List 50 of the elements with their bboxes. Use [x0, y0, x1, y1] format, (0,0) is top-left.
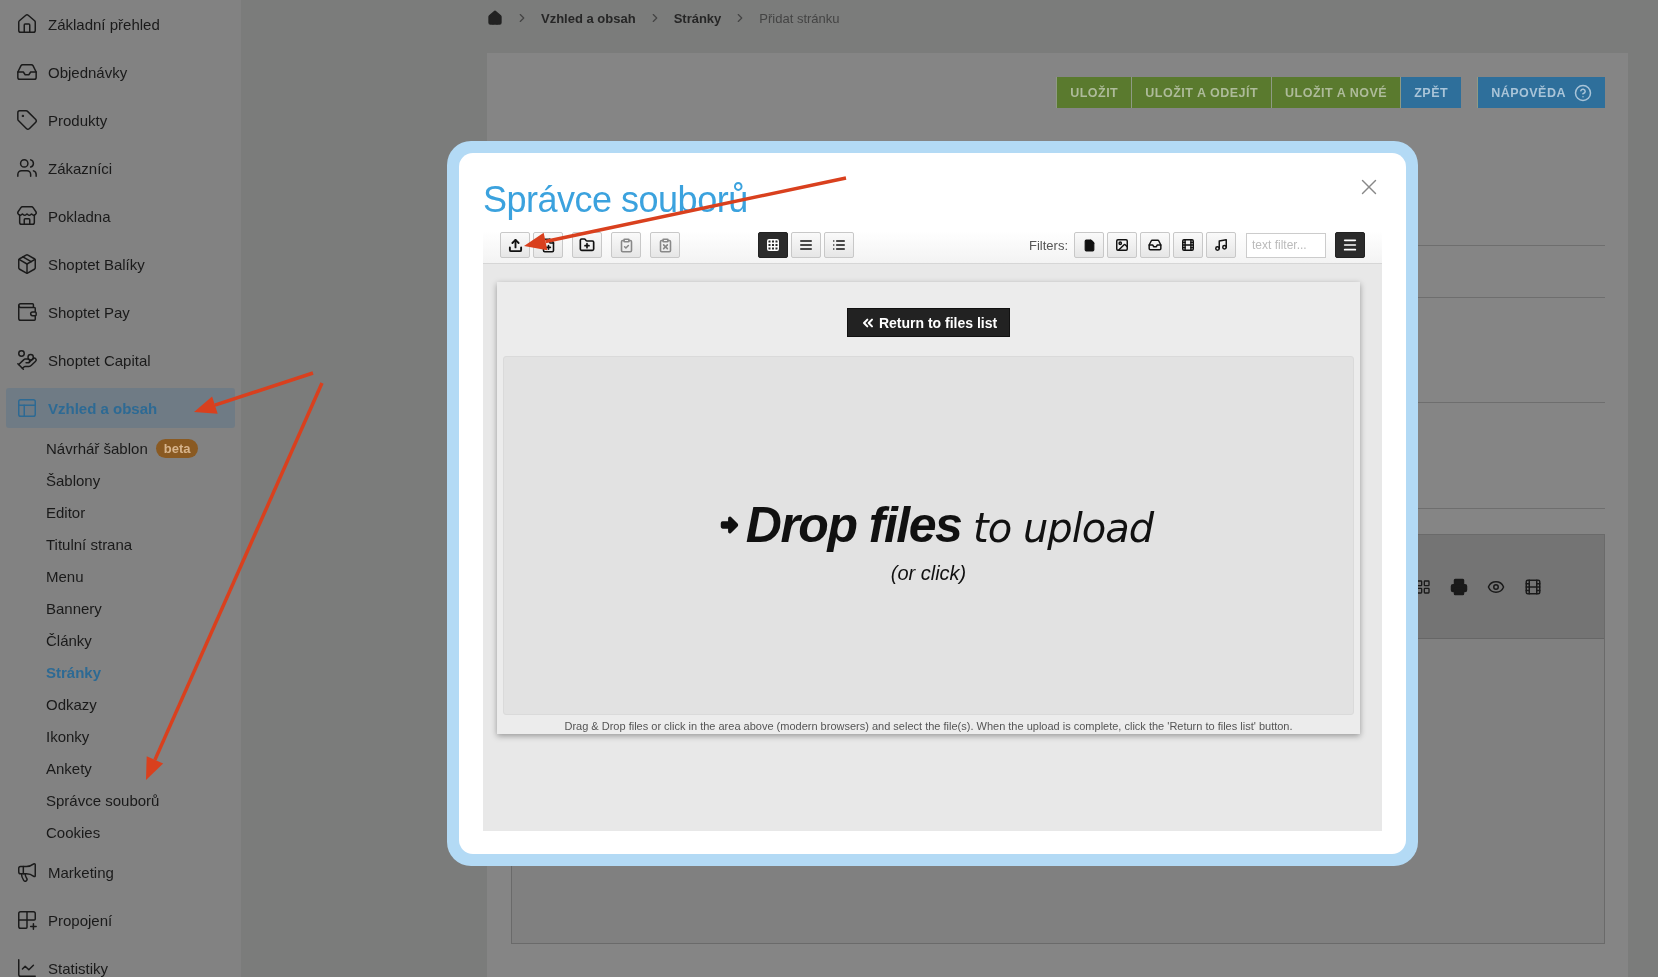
- sidebar-item[interactable]: Propojení: [6, 900, 235, 940]
- sidebar-item[interactable]: Produkty: [6, 100, 235, 140]
- sidebar-subitem[interactable]: Ankety: [46, 759, 92, 777]
- action-button[interactable]: ZPĚT: [1400, 77, 1462, 108]
- text-filter-field[interactable]: text filter...: [1246, 232, 1326, 258]
- action-button[interactable]: NÁPOVĚDA: [1477, 77, 1605, 108]
- sidebar-item-label: Shoptet Pay: [48, 303, 130, 321]
- sidebar-item-label: Propojení: [48, 911, 113, 929]
- sidebar-item[interactable]: Objednávky: [6, 52, 235, 92]
- return-button[interactable]: Return to files list: [846, 308, 1011, 337]
- sidebar-subitem[interactable]: Editor: [46, 503, 86, 521]
- sidebar-item[interactable]: Marketing: [6, 852, 235, 892]
- sidebar-item[interactable]: Shoptet Capital: [6, 340, 235, 380]
- breadcrumb-link[interactable]: Stránky: [673, 10, 722, 26]
- sidebar-subitem[interactable]: Odkazy: [46, 695, 97, 713]
- sidebar-item-label: Objednávky: [48, 63, 128, 81]
- sidebar-subitem[interactable]: Ikonky: [46, 727, 90, 745]
- sidebar-item-label: Marketing: [48, 863, 114, 881]
- action-button[interactable]: ULOŽIT A ODEJÍT: [1131, 77, 1272, 108]
- action-button[interactable]: ULOŽIT: [1056, 77, 1132, 108]
- filters-label: Filters:: [1029, 237, 1068, 253]
- sidebar-item-label: Shoptet Capital: [48, 351, 151, 369]
- sidebar-item-label: Pokladna: [48, 207, 111, 225]
- sidebar-item[interactable]: Zákazníci: [6, 148, 235, 188]
- sidebar-item[interactable]: Statistiky: [6, 948, 235, 977]
- sidebar-subitem[interactable]: Titulní strana: [46, 535, 133, 553]
- beta-badge: beta: [155, 438, 199, 458]
- sidebar-subitem[interactable]: Návrhář šablon: [46, 439, 148, 457]
- sidebar-item[interactable]: Shoptet Pay: [6, 292, 235, 332]
- sidebar-item-label: Základní přehled: [48, 15, 160, 33]
- action-button[interactable]: ULOŽIT A NOVÉ: [1271, 77, 1401, 108]
- sidebar-subitem[interactable]: Cookies: [46, 823, 101, 841]
- sidebar-item[interactable]: Základní přehled: [6, 4, 235, 44]
- sidebar-item[interactable]: Pokladna: [6, 196, 235, 236]
- sidebar-subitem[interactable]: Články: [46, 631, 92, 649]
- sidebar-item-label: Shoptet Balíky: [48, 255, 145, 273]
- sidebar-item-label: Produkty: [48, 111, 108, 129]
- drop-zone[interactable]: Drop files to upload (or click): [503, 356, 1354, 715]
- sidebar-subitem[interactable]: Menu: [46, 567, 84, 585]
- sidebar-subitem[interactable]: Šablony: [46, 471, 101, 489]
- drop-headline: Drop files to upload: [745, 496, 1154, 554]
- breadcrumb-link[interactable]: Vzhled a obsah: [541, 10, 636, 26]
- sidebar-item-label: Vzhled a obsah: [48, 399, 158, 417]
- upload-caption: Drag & Drop files or click in the area above (modern browsers) and select the file(s). When the upload is complete, click the 'Return to files list' button.: [564, 720, 1293, 732]
- sidebar-subitem[interactable]: Správce souborů: [46, 791, 160, 809]
- sidebar-item-label: Zákazníci: [48, 159, 113, 177]
- drop-hint: (or click): [890, 562, 967, 585]
- sidebar-item[interactable]: Shoptet Balíky: [6, 244, 235, 284]
- sidebar-item-label: Statistiky: [48, 959, 108, 977]
- sidebar-subitem[interactable]: Bannery: [46, 599, 102, 617]
